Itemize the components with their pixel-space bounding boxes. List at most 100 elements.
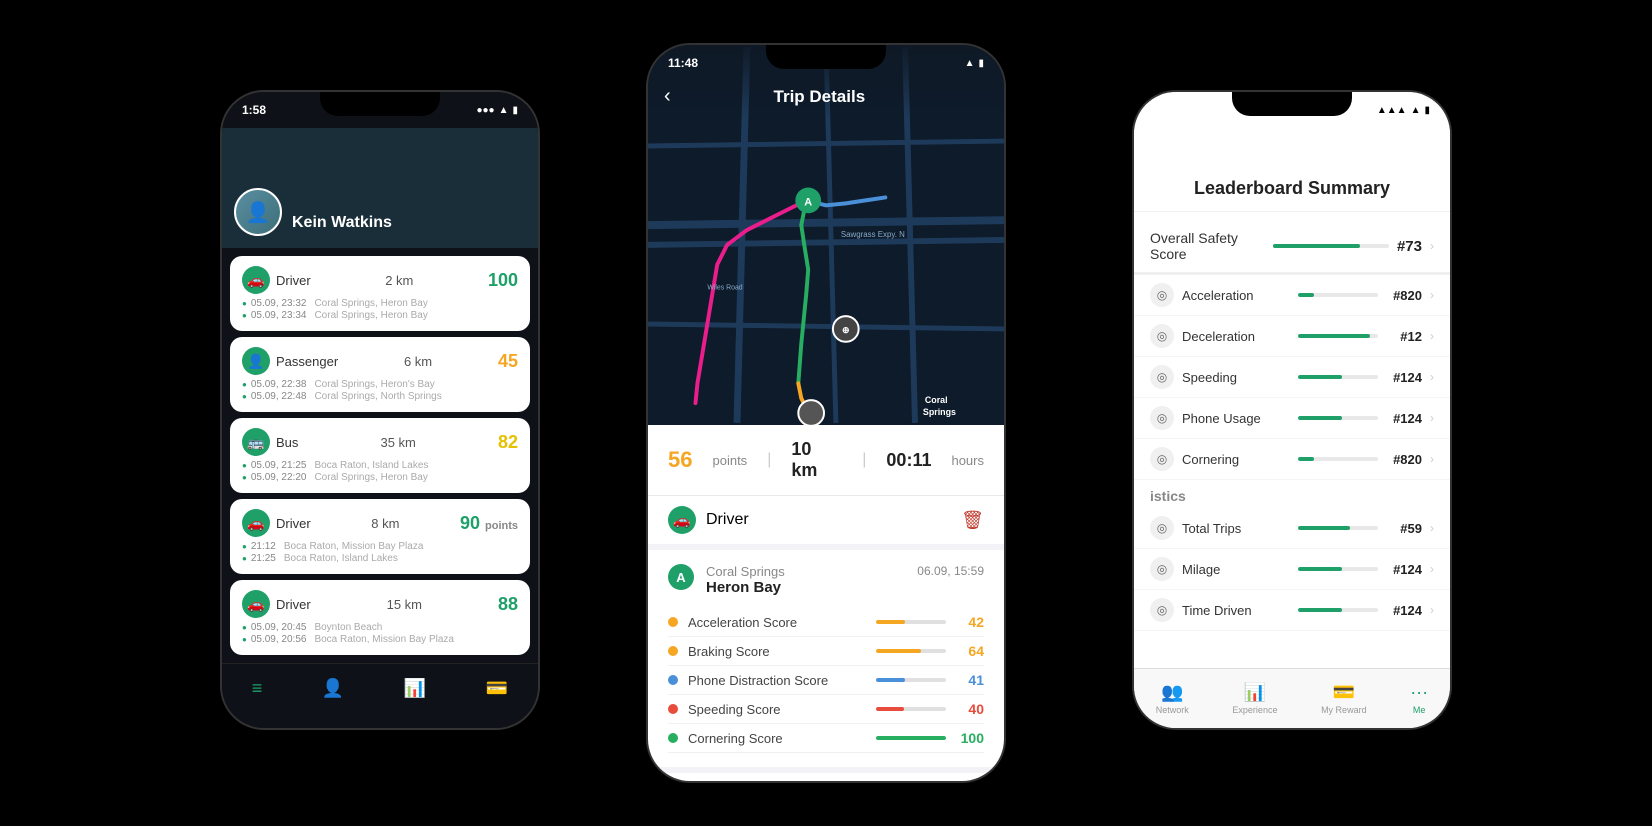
trip-score: 82	[498, 432, 518, 453]
map-area: Sawgrass Expy. N Wiles Road Coral Spring…	[648, 45, 1004, 425]
speeding-score-value: 40	[956, 701, 984, 717]
waypoint-a-info: Coral Springs Heron Bay	[706, 564, 905, 596]
stat-sep2: |	[862, 451, 866, 469]
trip-score: 45	[498, 351, 518, 372]
nav-experience[interactable]: 📊 Experience	[1232, 682, 1277, 715]
right-wifi-icon: ▲	[1411, 105, 1421, 116]
speeding-lb-rank: #124	[1386, 370, 1422, 385]
statistics-section-title: istics	[1134, 480, 1450, 508]
trip-score: 90 points	[460, 513, 518, 534]
trip-card-header: 🚌 Bus 35 km 82	[242, 428, 518, 456]
speeding-lb-item[interactable]: ◎ Speeding #124 ›	[1134, 357, 1450, 398]
acceleration-lb-name: Acceleration	[1182, 288, 1290, 303]
speeding-dot	[668, 704, 678, 714]
deceleration-lb-item[interactable]: ◎ Deceleration #12 ›	[1134, 316, 1450, 357]
cornering-lb-item[interactable]: ◎ Cornering #820 ›	[1134, 439, 1450, 480]
reward-icon: 💳	[1333, 682, 1355, 703]
trip-card[interactable]: 🚗 Driver 2 km 100 ●05.09, 23:32Coral Spr…	[230, 256, 530, 331]
bus-icon: 🚌	[242, 428, 270, 456]
time-driven-lb-chevron: ›	[1430, 603, 1434, 617]
total-trips-lb-rank: #59	[1386, 521, 1422, 536]
braking-dot	[668, 646, 678, 656]
overall-safety-row[interactable]: Overall Safety Score #73 ›	[1134, 220, 1450, 275]
svg-text:Springs: Springs	[923, 407, 956, 417]
nav-profile-icon[interactable]: 👤	[322, 678, 344, 699]
trip-mode: 🚌 Bus	[242, 428, 298, 456]
speeding-lb-name: Speeding	[1182, 370, 1290, 385]
overall-safety-rank: #73	[1397, 238, 1422, 255]
phone-lb-item[interactable]: ◎ Phone Usage #124 ›	[1134, 398, 1450, 439]
mileage-lb-rank: #124	[1386, 562, 1422, 577]
acceleration-dot	[668, 617, 678, 627]
center-battery-icon: ▮	[978, 58, 984, 69]
trip-card[interactable]: 🚗 Driver 8 km 90 points ●21:12Boca Raton…	[230, 499, 530, 574]
nav-me[interactable]: ··· Me	[1410, 682, 1428, 715]
trip-card[interactable]: 🚌 Bus 35 km 82 ●05.09, 21:25Boca Raton, …	[230, 418, 530, 493]
deceleration-lb-rank: #12	[1386, 329, 1422, 344]
mode-label: Driver	[276, 516, 311, 531]
left-phone: 1:58 ●●● ▲ ▮ 👤 Kein Watkins 🚗 Driver 2 k…	[220, 90, 540, 730]
total-trips-lb-item[interactable]: ◎ Total Trips #59 ›	[1134, 508, 1450, 549]
cornering-lb-bar-wrap	[1298, 457, 1378, 461]
time-driven-lb-bar	[1298, 608, 1378, 612]
total-trips-lb-bar	[1298, 526, 1378, 530]
trip-card[interactable]: 👤 Passenger 6 km 45 ●05.09, 22:38Coral S…	[230, 337, 530, 412]
more-icon: ···	[1410, 682, 1428, 703]
mileage-lb-chevron: ›	[1430, 562, 1434, 576]
cornering-lb-rank: #820	[1386, 452, 1422, 467]
cornering-lb-name: Cornering	[1182, 452, 1290, 467]
delete-button[interactable]: 🗑	[961, 510, 984, 531]
time-driven-lb-icon: ◎	[1150, 598, 1174, 622]
waypoint-a-header: A Coral Springs Heron Bay 06.09, 15:59	[668, 564, 984, 596]
acceleration-lb-item[interactable]: ◎ Acceleration #820 ›	[1134, 275, 1450, 316]
overall-safety-label: Overall Safety Score	[1150, 230, 1265, 262]
time-driven-lb-item[interactable]: ◎ Time Driven #124 ›	[1134, 590, 1450, 631]
deceleration-lb-bar-wrap	[1298, 334, 1378, 338]
avatar: 👤	[234, 188, 282, 236]
mileage-lb-icon: ◎	[1150, 557, 1174, 581]
left-status-time: 1:58	[242, 103, 266, 117]
deceleration-lb-chevron: ›	[1430, 329, 1434, 343]
phone-score-name: Phone Distraction Score	[688, 673, 866, 688]
nav-rewards-icon[interactable]: 💳	[486, 678, 508, 699]
back-button[interactable]: ‹	[664, 85, 671, 108]
waypoint-b-section: B Coral Springs University Drive 06.09, …	[648, 773, 1004, 781]
svg-text:Sawgrass Expy. N: Sawgrass Expy. N	[841, 230, 905, 239]
time-driven-lb-bar-fill	[1298, 608, 1342, 612]
nav-network[interactable]: 👥 Network	[1156, 682, 1189, 715]
cornering-score-value: 100	[956, 730, 984, 746]
phone-dot	[668, 675, 678, 685]
braking-score-value: 64	[956, 643, 984, 659]
trip-duration-label: hours	[951, 453, 984, 468]
nav-my-reward[interactable]: 💳 My Reward	[1321, 682, 1367, 715]
svg-text:A: A	[804, 196, 812, 208]
mode-label: Bus	[276, 435, 298, 450]
cornering-lb-bar-fill	[1298, 457, 1314, 461]
phone-lb-bar-wrap	[1298, 416, 1378, 420]
trip-list: 🚗 Driver 2 km 100 ●05.09, 23:32Coral Spr…	[222, 248, 538, 663]
center-phone: Sawgrass Expy. N Wiles Road Coral Spring…	[646, 43, 1006, 783]
braking-score-name: Braking Score	[688, 644, 866, 659]
phone-bar	[876, 678, 946, 682]
trip-locations: ●05.09, 20:45Boynton Beach ●05.09, 20:56…	[242, 622, 518, 645]
mode-label: Driver	[276, 597, 311, 612]
leaderboard-content: Overall Safety Score #73 › ◎ Acceleratio…	[1134, 212, 1450, 639]
trip-card[interactable]: 🚗 Driver 15 km 88 ●05.09, 20:45Boynton B…	[230, 580, 530, 655]
cornering-lb-bar	[1298, 457, 1378, 461]
nav-stats-icon[interactable]: 📊	[404, 678, 426, 699]
time-driven-lb-rank: #124	[1386, 603, 1422, 618]
trip-mode-label: Driver	[706, 511, 951, 529]
mileage-lb-item[interactable]: ◎ Milage #124 ›	[1134, 549, 1450, 590]
waypoint-a-section: A Coral Springs Heron Bay 06.09, 15:59 A…	[648, 550, 1004, 767]
experience-label: Experience	[1232, 705, 1277, 715]
acceleration-bar	[876, 620, 946, 624]
acceleration-score-name: Acceleration Score	[688, 615, 866, 630]
leaderboard-title: Leaderboard Summary	[1150, 178, 1434, 199]
trip-distance: 35 km	[380, 435, 415, 450]
nav-trips-icon[interactable]: ≡	[252, 678, 263, 699]
reward-label: My Reward	[1321, 705, 1367, 715]
mileage-lb-bar-fill	[1298, 567, 1342, 571]
svg-text:Coral: Coral	[925, 395, 948, 405]
network-label: Network	[1156, 705, 1189, 715]
trip-locations: ●05.09, 21:25Boca Raton, Island Lakes ●0…	[242, 460, 518, 483]
